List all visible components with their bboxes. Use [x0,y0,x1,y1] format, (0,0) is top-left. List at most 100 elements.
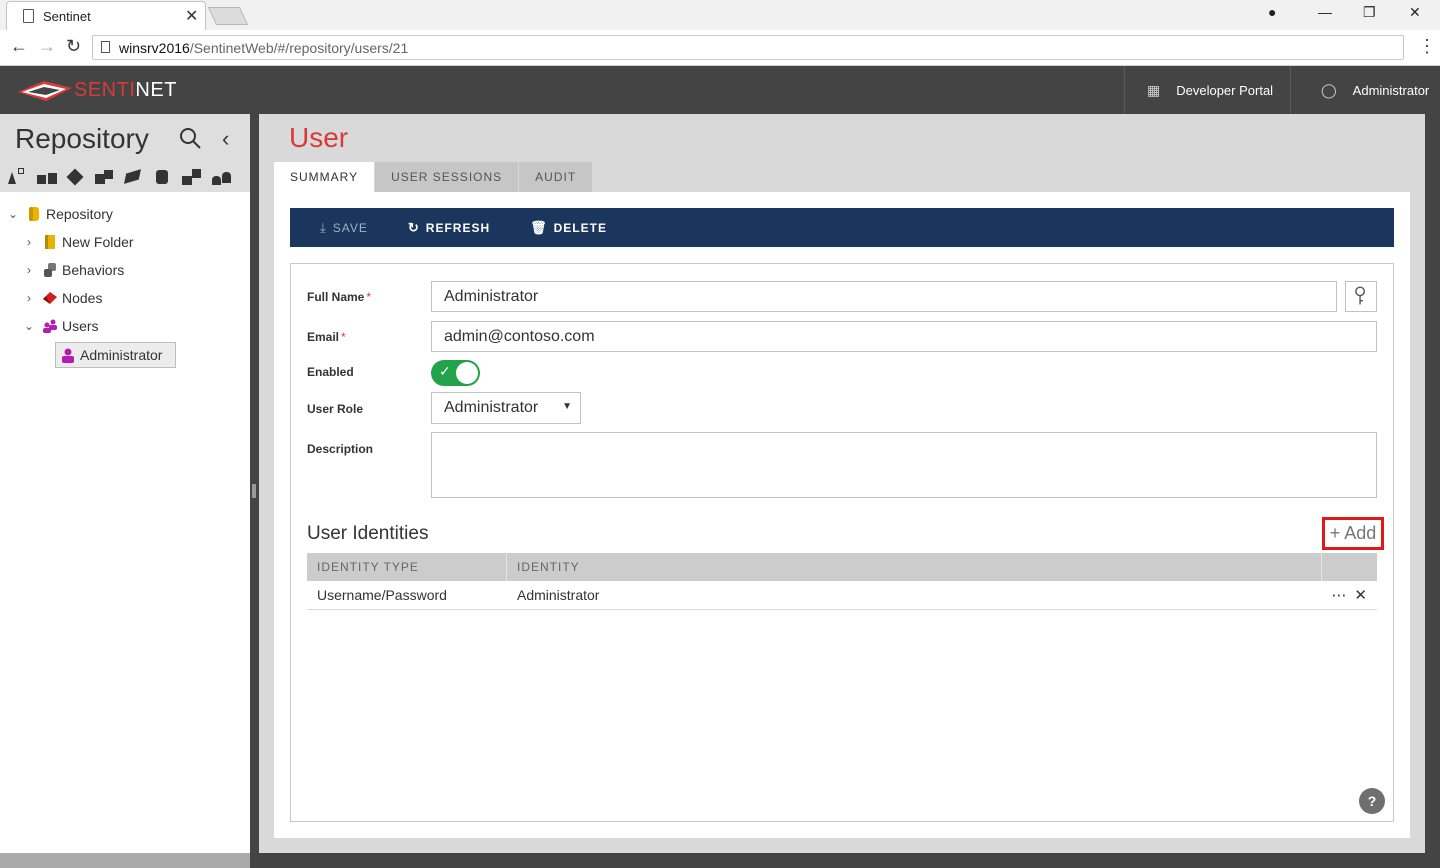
behavior-filter-icon[interactable] [149,166,178,188]
email-label: Email * [307,330,346,344]
database-icon [26,206,42,222]
tree-item-label: Nodes [62,290,103,306]
user-role-select[interactable]: Administrator ▼ [431,392,581,424]
chevron-right-icon[interactable]: › [22,291,36,305]
back-icon[interactable]: ← [10,36,28,57]
splitter-grip-icon[interactable] [252,484,256,498]
email-input[interactable] [431,321,1377,352]
service-filter-icon[interactable] [62,166,91,188]
trash-icon: 🗑 [530,219,548,235]
full-name-label: Full Name * [307,290,372,304]
refresh-button[interactable]: ↻ REFRESH [408,220,490,236]
node-filter-icon[interactable] [120,166,149,188]
developer-portal-link[interactable]: ▦ Developer Portal [1124,66,1290,114]
person-icon: ◯ [1321,81,1337,98]
user-menu[interactable]: ◯ Administrator [1290,66,1440,114]
tree-item-new-folder[interactable]: › New Folder [22,230,134,254]
chevron-right-icon[interactable]: › [22,263,36,277]
chevron-left-icon[interactable]: ‹ [222,126,229,152]
nodes-icon [42,290,58,306]
main-inner: User SUMMARY USER SESSIONS AUDIT ⤓ SAVE … [259,114,1425,853]
user-filter-icon[interactable] [207,166,236,188]
column-header-identity[interactable]: IDENTITY [507,553,1322,581]
user-form: Full Name* Email* Enabled ✓ User Role [290,263,1394,822]
save-button[interactable]: ⤓ SAVE [320,220,368,236]
help-button[interactable]: ? [1359,788,1385,814]
description-textarea[interactable] [431,432,1377,498]
logo-text-right: NET [135,79,177,101]
restore-icon[interactable]: ❐ [1363,4,1376,21]
table-header: IDENTITY TYPE IDENTITY [307,553,1377,581]
table-row[interactable]: Username/Password Administrator ⋯ ✕ [307,581,1377,610]
column-header-identity-type[interactable]: IDENTITY TYPE [307,553,507,581]
tab-strip: SUMMARY USER SESSIONS AUDIT [274,162,594,192]
browser-menu-icon[interactable]: ⋮ [1418,36,1436,57]
key-button[interactable] [1345,281,1377,312]
grid-icon: ▦ [1147,81,1161,98]
reload-icon[interactable]: ↻ [66,36,81,57]
row-actions: ⋯ ✕ [1331,586,1377,604]
enabled-label: Enabled [307,365,354,379]
tab-audit[interactable]: AUDIT [519,162,594,192]
tree-item-label: Behaviors [62,262,125,278]
user-identities-title: User Identities [307,523,429,544]
delete-button[interactable]: 🗑 DELETE [530,220,607,236]
summary-panel: ⤓ SAVE ↻ REFRESH 🗑 DELETE Full Name * Ad… [274,192,1410,838]
cell-identity-type: Username/Password [317,587,447,603]
developer-portal-label: Developer Portal [1176,82,1274,98]
browser-tab[interactable]: Sentinet ✕ [6,1,206,30]
logo-text-left: SENTI [74,79,136,101]
remove-icon[interactable]: ✕ [1354,586,1367,604]
user-icon [60,347,76,363]
sidebar-splitter[interactable] [250,114,259,868]
api-filter-icon[interactable] [4,166,33,188]
chevron-down-icon[interactable]: ⌄ [6,207,20,221]
tree-item-nodes[interactable]: › Nodes [22,286,102,310]
check-icon: ✓ [439,363,451,379]
page-icon [23,9,34,23]
tree-item-label: New Folder [62,234,134,250]
tab-summary[interactable]: SUMMARY [274,162,376,192]
more-options-icon[interactable]: ⋯ [1331,586,1346,604]
forward-icon[interactable]: → [38,36,56,57]
behaviors-icon [42,262,58,278]
browser-tab-title: Sentinet [43,9,91,24]
new-tab-button[interactable] [207,7,249,25]
tree-item-behaviors[interactable]: › Behaviors [22,258,124,282]
delete-label: DELETE [553,220,607,235]
enabled-toggle[interactable]: ✓ [431,360,480,386]
logo-mark-icon [18,81,72,101]
sidebar-header: Repository ‹ [0,114,250,192]
refresh-label: REFRESH [425,220,491,235]
profile-icon[interactable]: ● [1268,4,1276,20]
chevron-down-icon[interactable]: ⌄ [22,319,36,333]
app-header: SENTINET ▦ Developer Portal ◯ Administra… [0,66,1440,114]
group-filter-icon[interactable] [178,166,207,188]
folder-filter-icon[interactable] [91,166,120,188]
chevron-right-icon[interactable]: › [22,235,36,249]
tree-item-repository[interactable]: ⌄ Repository [6,202,113,226]
search-icon[interactable] [178,126,202,150]
window-close-icon[interactable]: ✕ [1409,4,1421,21]
key-icon [1355,286,1365,305]
save-label: SAVE [332,220,368,235]
page-info-icon[interactable] [101,41,110,53]
close-tab-icon[interactable]: ✕ [185,6,198,26]
tab-user-sessions[interactable]: USER SESSIONS [375,162,520,192]
filter-toolbar [4,166,236,188]
url-input[interactable]: winsrv2016/SentinetWeb/#/repository/user… [92,35,1404,60]
user-role-value: Administrator [444,399,539,416]
full-name-input[interactable] [431,281,1337,312]
add-identity-button[interactable]: + Add [1322,517,1384,550]
minimize-icon[interactable]: — [1318,4,1332,20]
browser-tab-bar: Sentinet ✕ ● — ❐ ✕ [0,0,1440,30]
sidebar-title: Repository [15,123,149,154]
lock-filter-icon[interactable] [33,166,62,188]
users-icon [42,318,58,334]
user-role-label: User Role [307,402,364,416]
tree-item-users[interactable]: ⌄ Users [22,314,99,338]
toggle-knob [456,362,478,384]
download-icon: ⤓ [320,219,327,235]
tree-item-administrator[interactable]: Administrator [60,343,162,367]
cell-identity: Administrator [517,587,600,603]
